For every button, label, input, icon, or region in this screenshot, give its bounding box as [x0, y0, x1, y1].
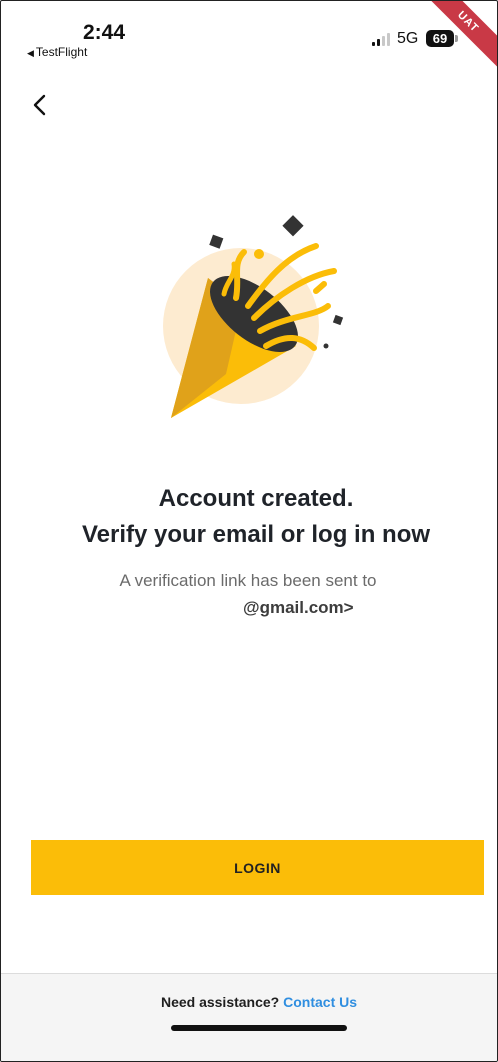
network-type: 5G — [397, 30, 419, 47]
status-time: 2:44 — [83, 21, 126, 44]
back-to-app-link[interactable]: ◀ TestFlight — [27, 45, 87, 59]
party-popper-icon — [163, 215, 344, 418]
page-title: Account created. Verify your email or lo… — [1, 481, 497, 553]
battery-level: 69 — [432, 31, 448, 46]
title-line-2: Verify your email or log in now — [81, 521, 431, 548]
contact-us-link[interactable]: Contact Us — [283, 994, 357, 1010]
battery-icon: 69 — [426, 30, 458, 47]
chevron-left-icon — [33, 94, 46, 116]
back-triangle-icon: ◀ — [27, 48, 34, 58]
back-app-label: TestFlight — [35, 45, 88, 59]
email-address: @gmail.com> — [243, 598, 354, 617]
footer-prompt: Need assistance? — [160, 994, 280, 1010]
footer-help: Need assistance? Contact Us — [1, 994, 497, 1010]
footer: Need assistance? Contact Us — [1, 973, 497, 1061]
login-button[interactable]: LOGIN — [31, 840, 484, 895]
signal-icon — [372, 32, 392, 46]
verification-message: A verification link has been sent to — [119, 571, 377, 590]
screen: 2:44 ◀ TestFlight 5G 69 UAT Account crea… — [0, 0, 498, 1062]
back-button[interactable] — [27, 91, 55, 119]
title-line-1: Account created. — [158, 485, 354, 512]
home-indicator[interactable] — [171, 1025, 347, 1031]
